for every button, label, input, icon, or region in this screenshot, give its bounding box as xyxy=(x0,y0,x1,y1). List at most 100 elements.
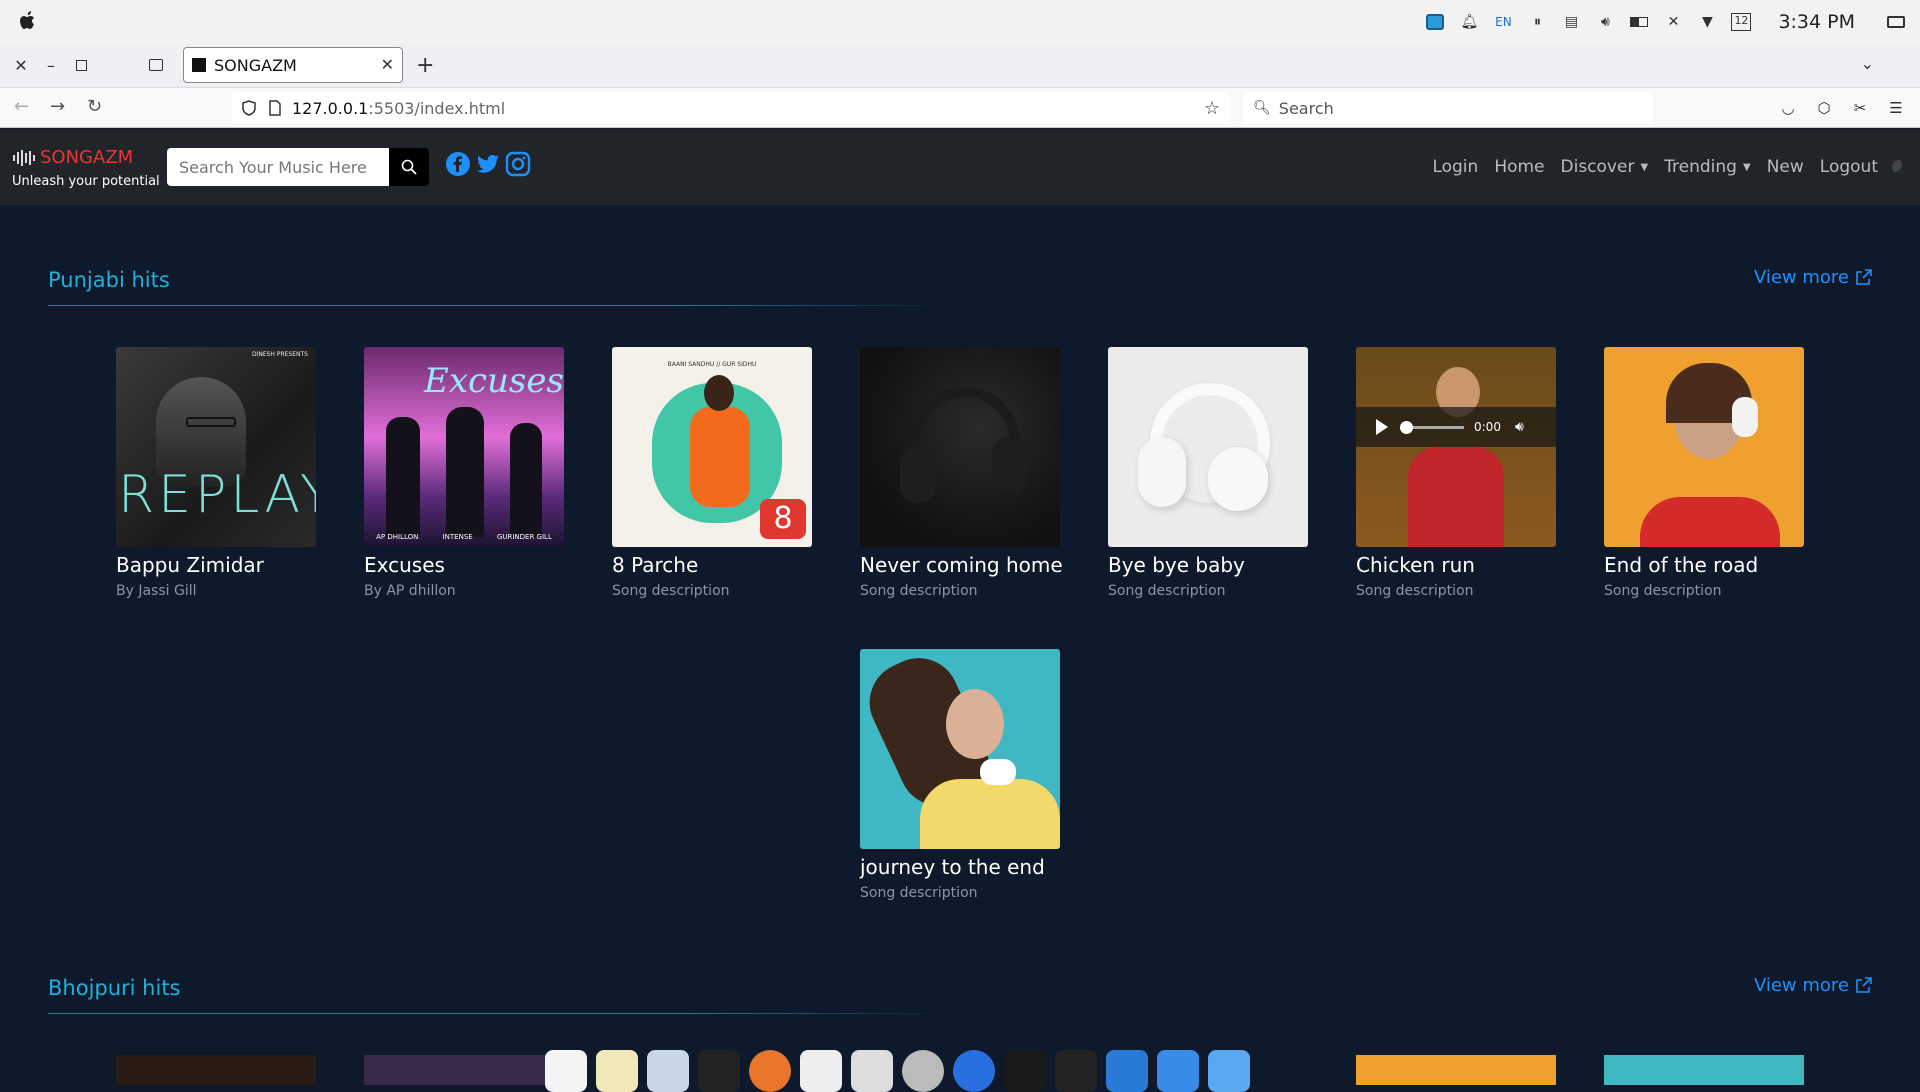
url-text[interactable]: 127.0.0.1:5503/index.html xyxy=(292,99,505,118)
facebook-icon[interactable] xyxy=(445,151,471,177)
brand-name[interactable]: SONGAZM xyxy=(40,147,133,168)
song-card[interactable]: Bye bye baby Song description xyxy=(1108,347,1308,599)
audio-seek-slider[interactable] xyxy=(1400,420,1464,434)
audio-player[interactable]: 0:00 🔊︎ xyxy=(1356,407,1556,447)
clipboard-icon[interactable]: ▤ xyxy=(1561,12,1581,32)
dock xyxy=(545,1050,1250,1092)
album-art-partial[interactable] xyxy=(364,1055,564,1085)
page-icon[interactable] xyxy=(268,100,282,116)
dock-app-icon[interactable] xyxy=(800,1050,842,1092)
album-art-headphones-dark[interactable] xyxy=(860,347,1060,547)
album-art-8-parche[interactable]: 8 BAANI SANDHU // GUR SIDHU xyxy=(612,347,812,547)
pause-icon[interactable]: ⏸︎ xyxy=(1527,12,1547,32)
song-card[interactable]: Excuses AP DHILLON INTENSE GURINDER GILL E… xyxy=(364,347,564,599)
maximize-window-icon[interactable] xyxy=(71,55,91,75)
twitter-icon[interactable] xyxy=(475,151,501,177)
nav-new[interactable]: New xyxy=(1767,157,1804,177)
bookmark-star-icon[interactable]: ☆ xyxy=(1204,98,1220,119)
shield-icon[interactable] xyxy=(242,100,256,116)
song-description: Song description xyxy=(1356,583,1474,599)
address-bar[interactable]: 127.0.0.1:5503/index.html ☆ xyxy=(232,92,1230,124)
song-title[interactable]: journey to the end xyxy=(860,855,1060,879)
album-art-excuses[interactable]: Excuses AP DHILLON INTENSE GURINDER GILL xyxy=(364,347,564,547)
music-search-input[interactable]: Search Your Music Here xyxy=(167,148,389,186)
view-more-punjabi-link[interactable]: View more xyxy=(1754,267,1872,288)
song-title[interactable]: Chicken run xyxy=(1356,553,1556,577)
terminal-icon[interactable] xyxy=(1055,1050,1097,1092)
tab-list-chevron-icon[interactable]: ⌄ xyxy=(1861,54,1874,73)
apple-icon[interactable] xyxy=(18,10,38,32)
app-indicator-icon[interactable] xyxy=(1425,12,1445,32)
firefox-icon[interactable] xyxy=(749,1050,791,1092)
album-art-partial[interactable] xyxy=(116,1055,316,1085)
album-art-replay[interactable]: DINESH PRESENTS REPLAY xyxy=(116,347,316,547)
monitor-icon[interactable] xyxy=(1004,1050,1046,1092)
song-card[interactable]: Never coming home Song description xyxy=(860,347,1063,599)
dark-mode-moon-icon[interactable] xyxy=(1892,160,1906,174)
notification-bell-icon[interactable]: 🔔︎ xyxy=(1459,12,1479,32)
favicon-icon xyxy=(192,58,206,72)
window-list-icon[interactable] xyxy=(1886,12,1906,32)
view-more-bhojpuri-link[interactable]: View more xyxy=(1754,975,1872,996)
close-tab-icon[interactable]: ✕ xyxy=(381,55,394,74)
screenshot-icon[interactable]: ✂ xyxy=(1850,98,1870,118)
album-art-partial[interactable] xyxy=(1356,1055,1556,1085)
song-card[interactable]: 0:00 🔊︎ Chicken run Song description xyxy=(1356,347,1556,599)
new-tab-icon[interactable]: + xyxy=(416,53,434,78)
dock-app-icon[interactable] xyxy=(545,1050,587,1092)
album-art-chicken-run[interactable]: 0:00 🔊︎ xyxy=(1356,347,1556,547)
song-card[interactable]: journey to the end Song description xyxy=(860,649,1060,901)
nav-logout[interactable]: Logout xyxy=(1820,157,1878,177)
album-art-partial[interactable] xyxy=(1604,1055,1804,1085)
album-art-end-of-road[interactable] xyxy=(1604,347,1804,547)
instagram-icon[interactable] xyxy=(505,151,531,177)
song-card[interactable]: End of the road Song description xyxy=(1604,347,1804,599)
nav-discover-dropdown[interactable]: Discover ▼ xyxy=(1561,157,1649,177)
nav-trending-dropdown[interactable]: Trending ▼ xyxy=(1664,157,1751,177)
song-title[interactable]: End of the road xyxy=(1604,553,1804,577)
finder-icon[interactable] xyxy=(1208,1050,1250,1092)
brand-logo[interactable]: SONGAZM xyxy=(13,147,133,168)
minimize-window-icon[interactable]: – xyxy=(41,55,61,75)
song-title[interactable]: Excuses xyxy=(364,553,564,577)
search-icon: 🔍︎ xyxy=(1253,100,1271,116)
settings-icon[interactable] xyxy=(902,1050,944,1092)
song-title[interactable]: Never coming home xyxy=(860,553,1063,577)
network-off-icon[interactable]: ✕ xyxy=(1663,12,1683,32)
song-card[interactable]: DINESH PRESENTS REPLAY Bappu Zimidar By … xyxy=(116,347,316,599)
clock[interactable]: 3:34 PM xyxy=(1778,11,1855,33)
song-title[interactable]: Bye bye baby xyxy=(1108,553,1308,577)
dropdown-arrow-icon[interactable]: ▼ xyxy=(1697,12,1717,32)
album-art-headphones-white[interactable] xyxy=(1108,347,1308,547)
forward-icon[interactable]: → xyxy=(50,96,65,117)
battery-icon[interactable] xyxy=(1629,12,1649,32)
music-search-button[interactable] xyxy=(389,148,429,186)
nav-home[interactable]: Home xyxy=(1494,157,1544,177)
volume-icon[interactable]: 🔊︎ xyxy=(1595,12,1615,32)
nav-login[interactable]: Login xyxy=(1432,157,1478,177)
extensions-icon[interactable]: ⬡ xyxy=(1814,98,1834,118)
browser-search-field[interactable]: 🔍︎ Search xyxy=(1243,92,1653,124)
dock-app-icon[interactable] xyxy=(1157,1050,1199,1092)
dock-app-icon[interactable] xyxy=(596,1050,638,1092)
close-window-icon[interactable]: ✕ xyxy=(11,55,31,75)
song-title[interactable]: Bappu Zimidar xyxy=(116,553,316,577)
pocket-icon[interactable]: ◡ xyxy=(1778,98,1798,118)
tab-overview-icon[interactable] xyxy=(146,55,166,75)
dock-app-icon[interactable] xyxy=(851,1050,893,1092)
album-art-journey[interactable] xyxy=(860,649,1060,849)
calendar-icon[interactable]: 12 xyxy=(1731,12,1752,32)
vscode-icon[interactable] xyxy=(1106,1050,1148,1092)
browser-tab[interactable]: SONGAZM ✕ xyxy=(183,47,403,83)
song-title[interactable]: 8 Parche xyxy=(612,553,812,577)
play-icon[interactable] xyxy=(1376,419,1388,435)
language-indicator[interactable]: EN xyxy=(1493,12,1513,32)
dock-app-icon[interactable] xyxy=(647,1050,689,1092)
browser-icon[interactable] xyxy=(953,1050,995,1092)
terminal-icon[interactable] xyxy=(698,1050,740,1092)
reload-icon[interactable]: ↻ xyxy=(87,96,102,117)
back-icon[interactable]: ← xyxy=(14,96,29,117)
song-card[interactable]: 8 BAANI SANDHU // GUR SIDHU 8 Parche Son… xyxy=(612,347,812,599)
volume-icon[interactable]: 🔊︎ xyxy=(1515,419,1524,435)
hamburger-menu-icon[interactable]: ☰ xyxy=(1886,98,1906,118)
